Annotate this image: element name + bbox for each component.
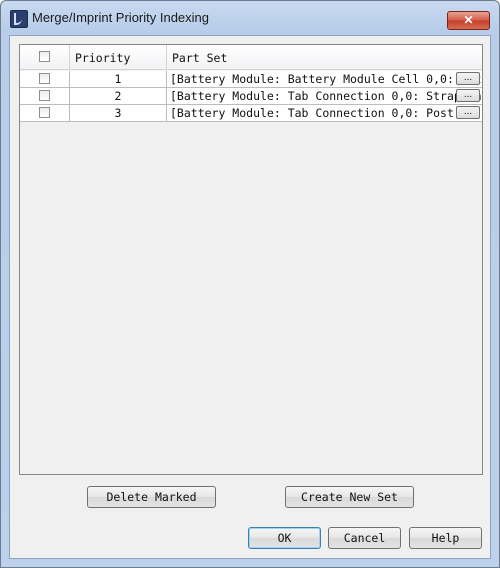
row-browse-button[interactable]: ... [456, 89, 480, 102]
header-priority[interactable]: Priority [70, 45, 167, 69]
ok-button[interactable]: OK [248, 527, 321, 549]
table-header: Priority Part Set [20, 45, 482, 70]
title-bar[interactable]: Merge/Imprint Priority Indexing ✕ [1, 1, 499, 35]
row-priority: 1 [70, 71, 167, 87]
row-part-set: [Battery Module: Battery Module Cell 0,0… [170, 72, 482, 86]
row-browse-button[interactable]: ... [456, 72, 480, 85]
row-check-cell [20, 88, 70, 104]
row-check-cell [20, 71, 70, 87]
row-checkbox[interactable] [39, 107, 50, 118]
row-checkbox[interactable] [39, 90, 50, 101]
priority-table: Priority Part Set 1 [Battery Module: Bat… [19, 44, 483, 475]
row-check-cell [20, 105, 70, 121]
table-row[interactable]: 2 [Battery Module: Tab Connection 0,0: S… [20, 88, 482, 105]
create-new-set-button[interactable]: Create New Set [285, 486, 414, 508]
dialog-window: Merge/Imprint Priority Indexing ✕ Priori… [0, 0, 500, 568]
header-part-set[interactable]: Part Set [167, 45, 482, 69]
header-select-all [20, 45, 70, 69]
window-title: Merge/Imprint Priority Indexing [32, 10, 210, 25]
close-button[interactable]: ✕ [447, 11, 490, 30]
row-priority: 2 [70, 88, 167, 104]
select-all-checkbox[interactable] [39, 51, 50, 62]
help-button[interactable]: Help [409, 527, 482, 549]
row-part-set: [Battery Module: Tab Connection 0,0: Str… [170, 89, 482, 103]
row-priority: 3 [70, 105, 167, 121]
row-browse-button[interactable]: ... [456, 106, 480, 119]
table-row[interactable]: 1 [Battery Module: Battery Module Cell 0… [20, 71, 482, 88]
app-logo-icon [10, 10, 28, 28]
delete-marked-button[interactable]: Delete Marked [87, 486, 216, 508]
row-part-set: [Battery Module: Tab Connection 0,0: Pos… [170, 106, 454, 120]
dialog-client-area: Priority Part Set 1 [Battery Module: Bat… [9, 35, 491, 559]
row-checkbox[interactable] [39, 73, 50, 84]
table-row[interactable]: 3 [Battery Module: Tab Connection 0,0: P… [20, 105, 482, 122]
cancel-button[interactable]: Cancel [328, 527, 401, 549]
